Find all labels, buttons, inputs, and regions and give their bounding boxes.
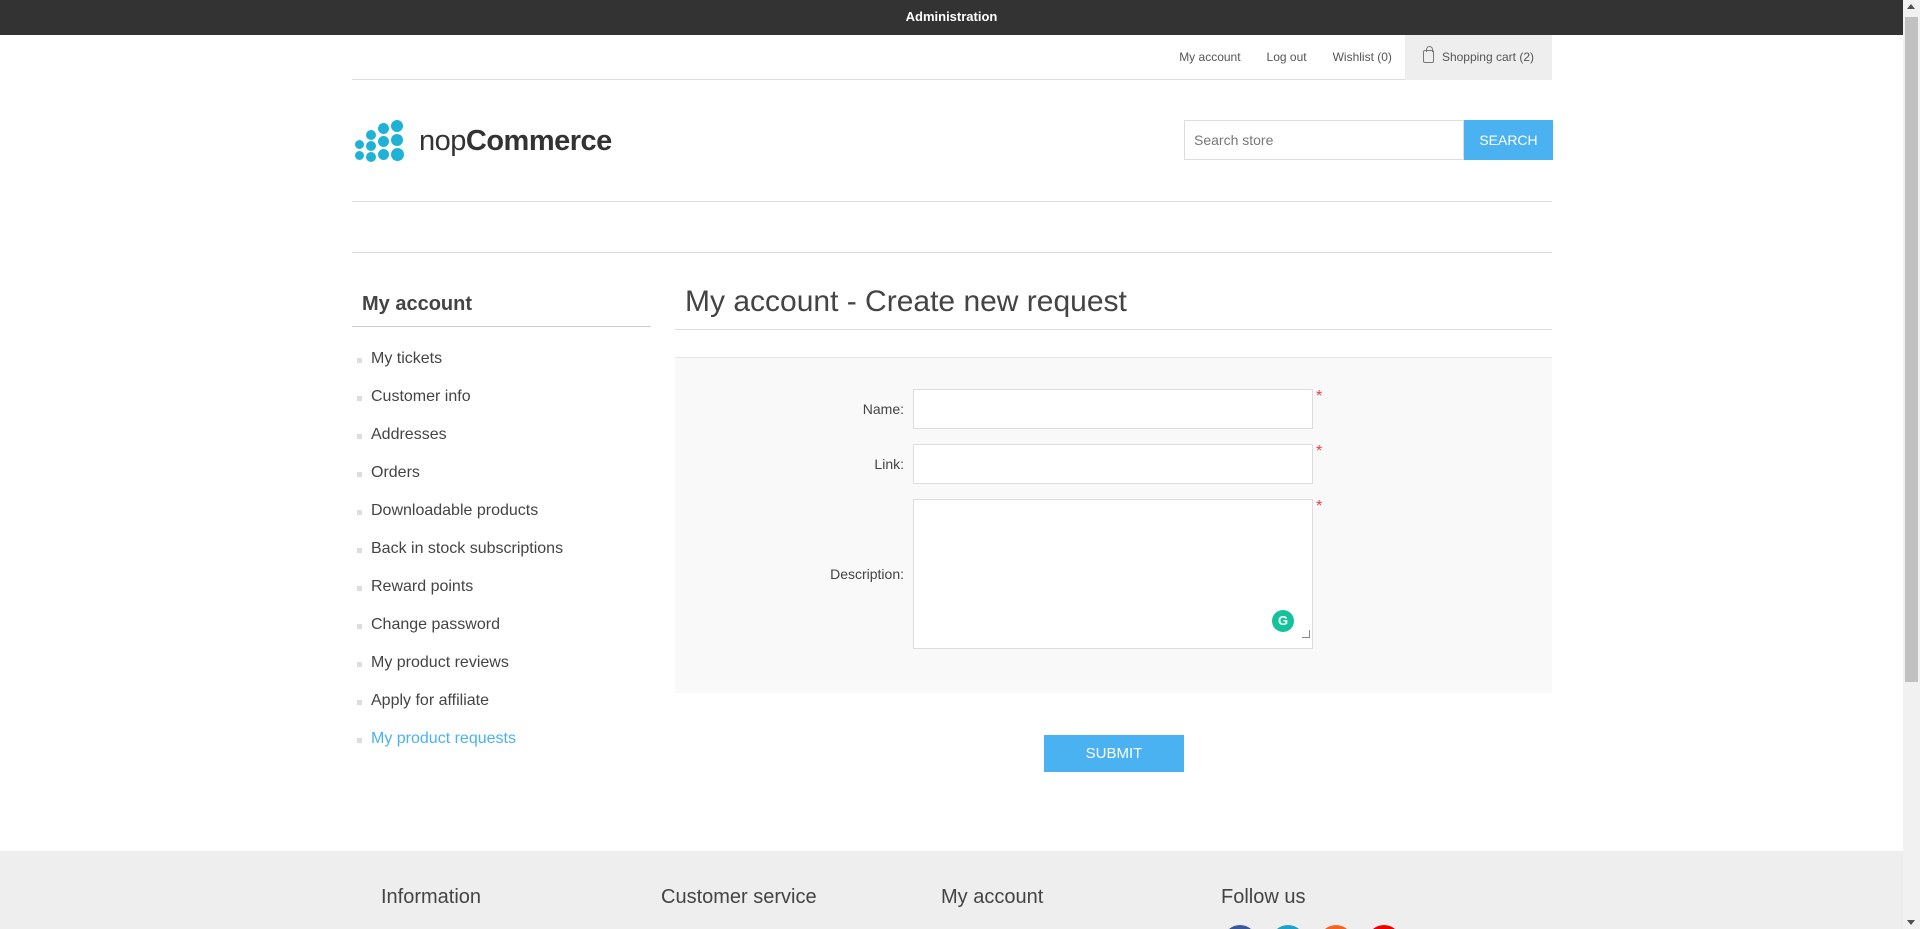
- name-required-marker: *: [1316, 388, 1323, 405]
- cart-icon: [1422, 45, 1434, 63]
- sidebar-item-orders[interactable]: Orders: [352, 458, 651, 496]
- sidebar-item-back-in-stock[interactable]: Back in stock subscriptions: [352, 534, 651, 572]
- sidebar-item-product-reviews[interactable]: My product reviews: [352, 648, 651, 686]
- log-out-link[interactable]: Log out: [1254, 35, 1320, 80]
- search-button[interactable]: Search: [1464, 120, 1553, 160]
- menu-divider: [352, 252, 1552, 253]
- link-label: Link:: [874, 456, 904, 472]
- facebook-icon[interactable]: [1223, 925, 1257, 929]
- sidebar-item-customer-info[interactable]: Customer info: [352, 382, 651, 420]
- sidebar-menu: My tickets Customer info Addresses Order…: [352, 344, 651, 762]
- header-links: My account Log out Wishlist (0) Shopping…: [352, 34, 1552, 80]
- page-title: My account - Create new request: [675, 285, 1552, 330]
- sidebar-item-change-password[interactable]: Change password: [352, 610, 651, 648]
- my-account-link[interactable]: My account: [1166, 35, 1253, 80]
- link-field[interactable]: [913, 444, 1313, 484]
- link-required-marker: *: [1316, 443, 1323, 460]
- sidebar-item-product-requests[interactable]: My product requests: [352, 724, 651, 762]
- scrollbar-thumb[interactable]: [1905, 17, 1918, 682]
- logo-text: nopCommerce: [419, 124, 612, 157]
- description-label: Description:: [830, 566, 904, 582]
- description-required-marker: *: [1316, 498, 1323, 515]
- twitter-icon[interactable]: [1271, 925, 1305, 929]
- search-box: Search: [1184, 120, 1553, 160]
- description-field[interactable]: [913, 499, 1313, 649]
- rss-icon[interactable]: [1319, 925, 1353, 929]
- shopping-cart-link[interactable]: Shopping cart (2): [1404, 34, 1552, 80]
- sidebar-item-addresses[interactable]: Addresses: [352, 420, 651, 458]
- store-logo[interactable]: nopCommerce: [355, 120, 612, 162]
- footer-customer-service-title: Customer service: [661, 886, 817, 908]
- sidebar-item-reward-points[interactable]: Reward points: [352, 572, 651, 610]
- footer-follow-us-title: Follow us: [1221, 886, 1306, 908]
- header-divider: [352, 201, 1552, 202]
- admin-bar: Administration: [0, 0, 1903, 35]
- name-label: Name:: [862, 401, 904, 417]
- sidebar-item-my-tickets[interactable]: My tickets: [352, 344, 651, 382]
- name-field[interactable]: [913, 389, 1313, 429]
- search-input[interactable]: [1184, 120, 1464, 160]
- sidebar-title: My account: [352, 288, 651, 327]
- submit-button[interactable]: Submit: [1044, 735, 1184, 772]
- wishlist-link[interactable]: Wishlist (0): [1320, 35, 1405, 80]
- youtube-icon[interactable]: [1367, 925, 1401, 929]
- grammarly-icon[interactable]: G: [1272, 610, 1294, 632]
- footer-information-title: Information: [381, 886, 482, 908]
- scroll-down-icon[interactable]: [1907, 920, 1915, 925]
- request-form: Name: * Link: * Description: * G: [675, 357, 1552, 693]
- administration-link[interactable]: Administration: [906, 9, 998, 24]
- sidebar-item-apply-affiliate[interactable]: Apply for affiliate: [352, 686, 651, 724]
- logo-dots-icon: [355, 120, 411, 162]
- footer-my-account-title: My account: [941, 886, 1044, 908]
- scroll-up-icon[interactable]: [1907, 4, 1915, 9]
- sidebar-item-downloadable-products[interactable]: Downloadable products: [352, 496, 651, 534]
- page-scrollbar[interactable]: [1903, 0, 1920, 929]
- resize-handle-icon[interactable]: [1302, 630, 1310, 638]
- footer: Information Customer service My account …: [0, 851, 1903, 929]
- shopping-cart-label: Shopping cart (2): [1441, 49, 1534, 64]
